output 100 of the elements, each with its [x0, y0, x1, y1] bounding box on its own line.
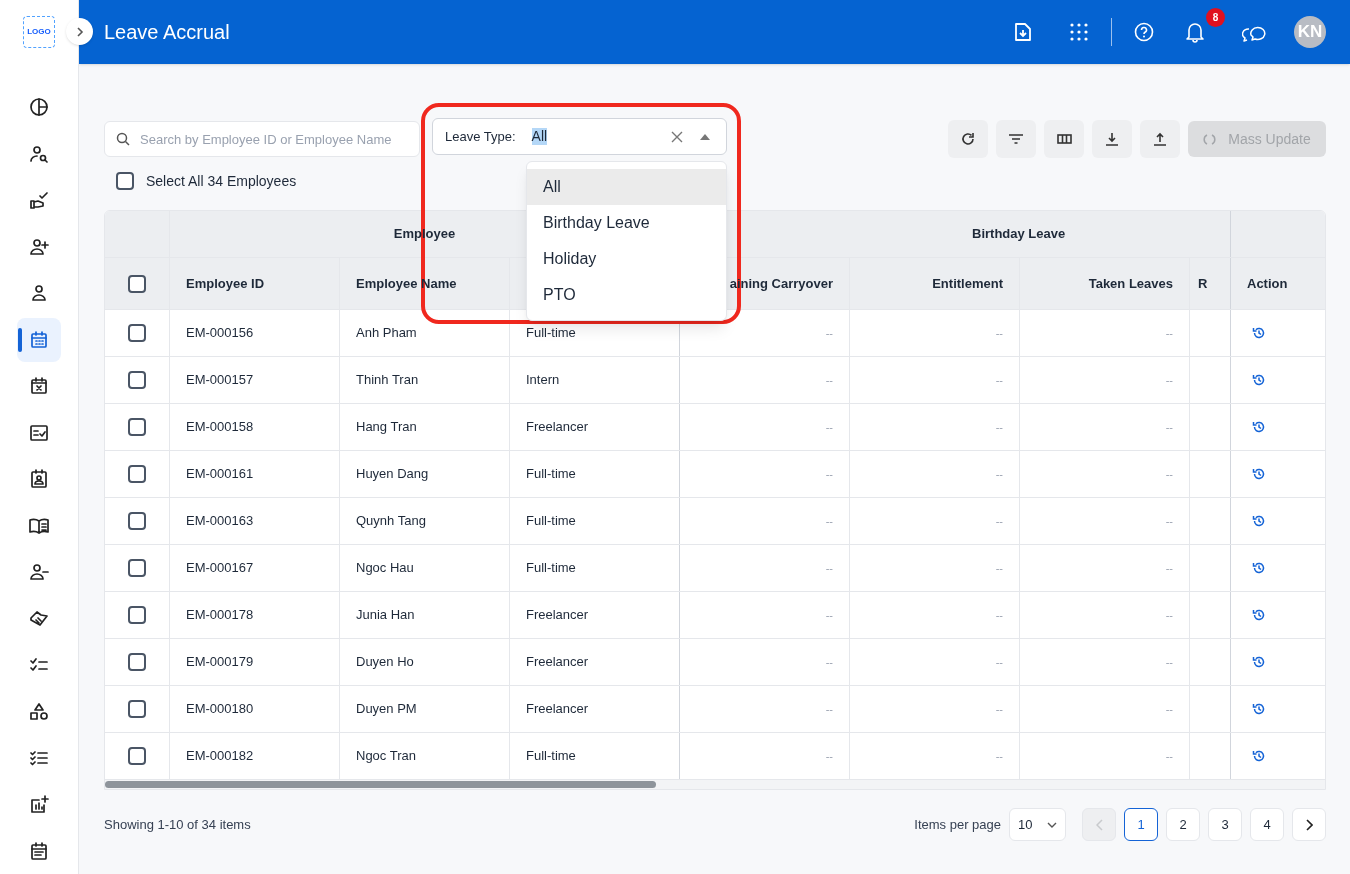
table-cell-text: Full-time [526, 512, 576, 531]
table-cell-text: Duyen Ho [356, 653, 414, 672]
table-cell-text: -- [825, 654, 833, 670]
history-button[interactable] [1251, 372, 1267, 388]
table-cell-text: -- [1165, 607, 1173, 623]
page-button[interactable]: 1 [1124, 808, 1158, 841]
chart-add-icon [28, 793, 50, 816]
table-cell-text: Ngoc Hau [356, 559, 414, 578]
dropdown-option[interactable]: PTO [527, 277, 726, 313]
checkbox[interactable] [128, 559, 146, 577]
table-cell-text: Full-time [526, 324, 576, 343]
table-cell-text: Freelancer [526, 606, 589, 625]
columns-button[interactable] [1044, 120, 1084, 158]
table-cell-text: -- [825, 701, 833, 717]
table-cell-text: -- [1165, 560, 1173, 576]
checkbox[interactable] [128, 512, 146, 530]
table-cell-text: -- [825, 513, 833, 529]
clear-icon[interactable] [670, 129, 684, 144]
items-summary: Showing 1-10 of 34 items [104, 815, 251, 834]
column-header: Action [1247, 274, 1288, 293]
select-all-label: Select All 34 Employees [146, 171, 297, 191]
upload-button[interactable] [1140, 120, 1180, 158]
items-per-page-select[interactable]: 10 [1009, 808, 1066, 841]
history-button[interactable] [1251, 560, 1267, 576]
leave-type-select[interactable]: Leave Type: All [432, 118, 727, 155]
checkbox[interactable] [128, 747, 146, 765]
page-button[interactable]: 4 [1250, 808, 1284, 841]
table-cell-text: Freelancer [526, 653, 589, 672]
search-icon [116, 132, 130, 146]
dropdown-option[interactable]: All [527, 169, 726, 205]
checkbox[interactable] [116, 172, 134, 190]
table-cell-text: EM-000178 [186, 606, 254, 625]
active-indicator [18, 327, 22, 352]
table-cell-text: EM-000180 [186, 700, 254, 719]
history-button[interactable] [1251, 419, 1267, 435]
table-cell-text: -- [995, 654, 1003, 670]
table-cell-text: Anh Pham [356, 324, 417, 343]
help-icon [1134, 22, 1154, 42]
checkbox[interactable] [128, 371, 146, 389]
search-field[interactable]: Search by Employee ID or Employee Name [104, 121, 420, 157]
history-button[interactable] [1251, 325, 1267, 341]
shapes-icon [28, 700, 50, 723]
table-cell-text: -- [825, 748, 833, 764]
history-icon [1252, 420, 1266, 434]
history-button[interactable] [1251, 513, 1267, 529]
column-header: Employee ID [186, 274, 265, 293]
calendar-note-icon [28, 840, 50, 862]
history-button[interactable] [1251, 607, 1267, 623]
dropdown-option[interactable]: Birthday Leave [527, 205, 726, 241]
items-per-page-label: Items per page [914, 815, 1001, 834]
table-cell-text: -- [1165, 513, 1173, 529]
table-cell-text: -- [825, 466, 833, 482]
history-icon [1252, 702, 1266, 716]
table-cell-text: EM-000156 [186, 324, 254, 343]
checkbox[interactable] [128, 274, 146, 293]
checkbox[interactable] [128, 465, 146, 483]
history-button[interactable] [1251, 748, 1267, 764]
checkbox[interactable] [128, 700, 146, 718]
chevron-left-icon [1095, 818, 1103, 831]
table-cell-text: -- [1165, 466, 1173, 482]
checkbox[interactable] [128, 324, 146, 342]
download-icon [1105, 132, 1119, 146]
table-cell-text: Freelancer [526, 700, 589, 719]
table-cell-text: -- [825, 419, 833, 435]
table-cell-text: -- [825, 607, 833, 623]
refresh-button[interactable] [948, 120, 988, 158]
table-cell-text: -- [1165, 701, 1173, 717]
caret-icon[interactable] [700, 133, 710, 140]
calendar-x-icon [28, 375, 50, 397]
column-header: R [1198, 274, 1208, 293]
table-cell-text: -- [1165, 419, 1173, 435]
table-cell-text: Quynh Tang [356, 512, 426, 531]
history-icon [1252, 373, 1266, 387]
filter-button[interactable] [996, 120, 1036, 158]
column-header: Entitlement [932, 274, 1003, 293]
table-cell-text: -- [1165, 372, 1173, 388]
scrollbar-thumb[interactable] [105, 781, 656, 788]
table-cell-text: -- [1165, 654, 1173, 670]
download-button[interactable] [1092, 120, 1132, 158]
page-button[interactable]: 2 [1166, 808, 1200, 841]
dropdown-option[interactable]: Holiday [527, 241, 726, 277]
chevron-down-icon [1047, 821, 1057, 828]
notifications-button[interactable] [1184, 20, 1206, 44]
checkbox[interactable] [128, 606, 146, 624]
history-icon [1252, 561, 1266, 575]
table-cell-text: -- [995, 560, 1003, 576]
next-page-button[interactable] [1292, 808, 1326, 841]
table-cell-text: Full-time [526, 559, 576, 578]
history-button[interactable] [1251, 466, 1267, 482]
notification-badge: 8 [1206, 8, 1225, 27]
logo: LOGO [23, 16, 55, 48]
calendar-icon [28, 328, 50, 351]
table-cell-text: Duyen PM [356, 700, 417, 719]
table-cell-text: -- [825, 560, 833, 576]
table-cell-text: -- [995, 466, 1003, 482]
checkbox[interactable] [128, 418, 146, 436]
page-button[interactable]: 3 [1208, 808, 1242, 841]
history-button[interactable] [1251, 654, 1267, 670]
checkbox[interactable] [128, 653, 146, 671]
history-button[interactable] [1251, 701, 1267, 717]
